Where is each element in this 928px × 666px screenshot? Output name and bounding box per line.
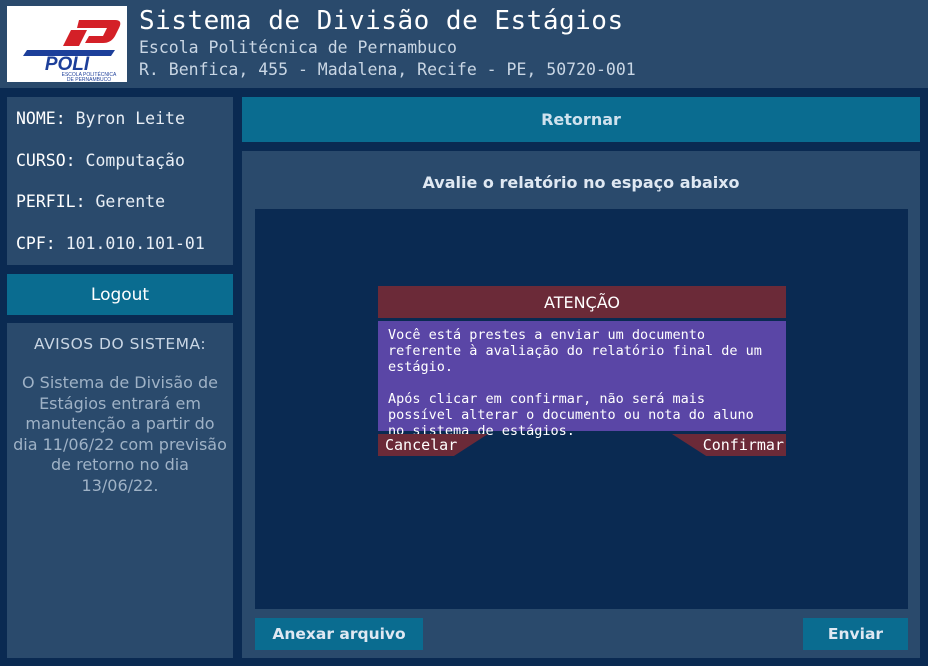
- notices-title: AVISOS DO SISTEMA:: [33, 335, 207, 353]
- app-header: POLI ESCOLA POLITÉCNICA DE PERNAMBUCO Si…: [0, 0, 928, 88]
- logout-button[interactable]: Logout: [7, 274, 233, 315]
- modal-message: Você está prestes a enviar um documento …: [378, 321, 786, 439]
- perfil-label: PERFIL:: [16, 192, 86, 211]
- modal-paragraph-2: Após clicar em confirmar, não será mais …: [388, 391, 754, 439]
- app-address: R. Benfica, 455 - Madalena, Recife - PE,…: [139, 60, 636, 79]
- notices-text: O Sistema de Divisão de Estágios entrará…: [13, 373, 227, 495]
- app-title: Sistema de Divisão de Estágios: [139, 6, 624, 36]
- cpf-value: 101.010.101-01: [65, 234, 205, 253]
- system-notices-panel: AVISOS DO SISTEMA: O Sistema de Divisão …: [7, 323, 233, 658]
- cpf-label: CPF:: [16, 234, 56, 253]
- svg-text:DE PERNAMBUCO: DE PERNAMBUCO: [67, 77, 111, 82]
- curso-value: Computação: [85, 151, 185, 170]
- attach-file-button[interactable]: Anexar arquivo: [255, 618, 423, 650]
- return-button[interactable]: Retornar: [242, 97, 920, 142]
- modal-title: ATENÇÃO: [378, 286, 786, 318]
- user-cpf-row: CPF: 101.010.101-01: [16, 234, 205, 253]
- modal-paragraph-1: Você está prestes a enviar um documento …: [388, 327, 762, 375]
- user-perfil-row: PERFIL: Gerente: [16, 192, 165, 211]
- poli-logo: POLI ESCOLA POLITÉCNICA DE PERNAMBUCO: [7, 6, 127, 82]
- user-info-panel: NOME: Byron Leite CURSO: Computação PERF…: [7, 97, 233, 265]
- nome-value: Byron Leite: [75, 109, 185, 128]
- user-curso-row: CURSO: Computação: [16, 151, 185, 170]
- poli-logo-icon: POLI ESCOLA POLITÉCNICA DE PERNAMBUCO: [7, 6, 127, 82]
- app-subtitle: Escola Politécnica de Pernambuco: [139, 38, 457, 57]
- send-button[interactable]: Enviar: [803, 618, 908, 650]
- curso-label: CURSO:: [16, 151, 76, 170]
- perfil-value: Gerente: [95, 192, 166, 211]
- nome-label: NOME:: [16, 109, 66, 128]
- user-nome-row: NOME: Byron Leite: [16, 109, 185, 128]
- evaluation-title: Avalie o relatório no espaço abaixo: [422, 173, 740, 192]
